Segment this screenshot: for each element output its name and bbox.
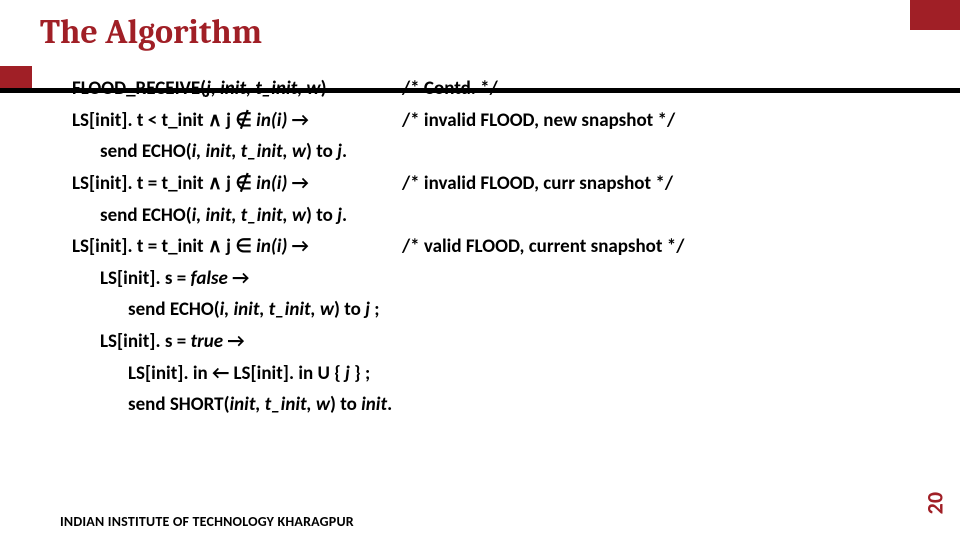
slide-title: The Algorithm	[40, 12, 262, 52]
short-line: send SHORT(init, t_init, w) to init.	[128, 392, 920, 418]
comment-valid: /* valid FLOOD, current snapshot */	[402, 234, 684, 260]
echo-post: ) to	[306, 204, 337, 227]
c1-c: in(i)	[252, 109, 292, 132]
echo-args: i, init, t_init, w	[220, 298, 334, 321]
st-a: LS[init]. s =	[100, 330, 190, 353]
slide-content: FLOOD_RECEIVE(j, init, t_init, w) /* Con…	[72, 76, 920, 424]
line-s-false: LS[init]. s = false →	[100, 266, 920, 292]
fn-name: FLOOD_RECEIVE(	[72, 77, 206, 100]
iu-b: LS[init]. in U {	[229, 362, 345, 385]
c2-b: j	[222, 172, 235, 195]
echo-pre: send ECHO(	[100, 140, 192, 163]
line-case-2: LS[init]. t = t_init ∧ j ∉ in(i) → /* in…	[72, 171, 920, 197]
c3-c: in(i)	[252, 235, 292, 258]
sf-a: LS[init]. s =	[100, 267, 190, 290]
top-accent	[910, 0, 960, 30]
iu-a: LS[init]. in	[128, 362, 212, 385]
arrow-icon: →	[292, 172, 309, 195]
red-bar	[0, 66, 32, 88]
echo-end: ;	[374, 298, 379, 321]
echo-pre: send ECHO(	[100, 204, 192, 227]
fn-close: )	[321, 77, 327, 100]
comment-invalid-new: /* invalid FLOOD, new snapshot */	[402, 108, 675, 134]
comment-contd: /* Contd. */	[402, 76, 498, 102]
line-case-1: LS[init]. t < t_init ∧ j ∉ in(i) → /* in…	[72, 108, 920, 134]
line-flood-receive: FLOOD_RECEIVE(j, init, t_init, w) /* Con…	[72, 76, 920, 102]
c1-a: LS[init]. t < t_init	[72, 109, 208, 132]
and-icon: ∧	[208, 235, 222, 258]
echo-pre: send ECHO(	[128, 298, 220, 321]
c2-a: LS[init]. t = t_init	[72, 172, 208, 195]
fn-args: j, init, t_init, w	[206, 77, 321, 100]
st-val: true	[190, 330, 223, 353]
notin-icon: ∉	[235, 109, 252, 132]
arrow-icon: →	[223, 330, 245, 353]
echo-line-2: send ECHO(i, init, t_init, w) to j.	[100, 203, 920, 229]
line-s-true: LS[init]. s = true →	[100, 329, 920, 355]
arrow-icon: →	[292, 235, 309, 258]
c1-b: j	[222, 109, 235, 132]
echo-args: i, init, t_init, w	[192, 140, 306, 163]
c2-c: in(i)	[252, 172, 292, 195]
in-icon: ∈	[235, 235, 252, 258]
sf-val: false	[190, 267, 227, 290]
line-case-3: LS[init]. t = t_init ∧ j ∈ in(i) → /* va…	[72, 234, 920, 260]
c3-b: j	[222, 235, 235, 258]
echo-end: .	[342, 204, 347, 227]
echo-to: j	[365, 298, 374, 321]
short-to: init	[361, 393, 387, 416]
short-end: .	[387, 393, 392, 416]
and-icon: ∧	[208, 172, 222, 195]
page-number: 20	[921, 492, 948, 514]
c3-a: LS[init]. t = t_init	[72, 235, 208, 258]
echo-line-3: send ECHO(i, init, t_init, w) to j ;	[128, 297, 920, 323]
echo-post: ) to	[334, 298, 365, 321]
echo-line-1: send ECHO(i, init, t_init, w) to j.	[100, 139, 920, 165]
short-post: ) to	[330, 393, 361, 416]
arrow-icon: →	[228, 267, 250, 290]
echo-args: i, init, t_init, w	[192, 204, 306, 227]
echo-end: .	[342, 140, 347, 163]
echo-post: ) to	[306, 140, 337, 163]
notin-icon: ∉	[235, 172, 252, 195]
footer-text: INDIAN INSTITUTE OF TECHNOLOGY KHARAGPUR	[60, 513, 354, 530]
iu-c: } ;	[350, 362, 370, 385]
line-in-update: LS[init]. in ← LS[init]. in U { j } ;	[128, 361, 920, 387]
arrow-icon: →	[292, 109, 309, 132]
short-args: init, t_init, w	[230, 393, 330, 416]
short-pre: send SHORT(	[128, 393, 230, 416]
left-arrow-icon: ←	[212, 362, 229, 385]
comment-invalid-curr: /* invalid FLOOD, curr snapshot */	[402, 171, 673, 197]
and-icon: ∧	[208, 109, 222, 132]
